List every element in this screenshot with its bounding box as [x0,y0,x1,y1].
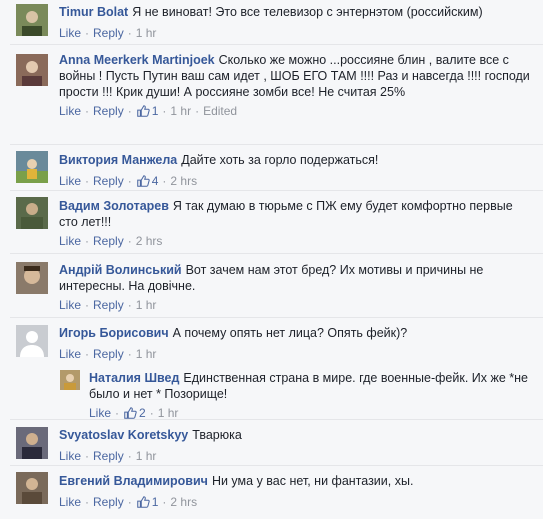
author-name[interactable]: Игорь Борисович [59,326,169,340]
like-button[interactable]: Like [59,297,81,313]
author-name[interactable]: Anna Meerkerk Martinjoek [59,53,215,67]
thumbs-up-icon [136,496,150,508]
timestamp[interactable]: 1 hr [136,346,157,362]
author-name[interactable]: Евгений Владимирович [59,474,208,488]
avatar[interactable] [16,197,48,229]
timestamp[interactable]: 2 hrs [170,173,197,189]
comment: Вадим Золотарев Я так думаю в тюрьме с ПЖ… [0,191,543,254]
like-button[interactable]: Like [59,494,81,510]
like-button[interactable]: Like [59,233,81,249]
timestamp[interactable]: 2 hrs [136,233,163,249]
timestamp[interactable]: 1 hr [136,297,157,313]
avatar[interactable] [16,325,48,357]
timestamp[interactable]: 1 hr [170,103,191,119]
like-count[interactable]: 1 [136,103,158,119]
timestamp[interactable]: 1 hr [136,25,157,41]
reply-button[interactable]: Reply [93,346,124,362]
thumbs-up-icon [136,175,150,187]
reply-button[interactable]: Reply [93,103,124,119]
comment: Андрій Волинський Вот зачем нам этот бред… [0,254,543,318]
reply-button[interactable]: Reply [93,494,124,510]
author-name[interactable]: Timur Bolat [59,5,128,19]
reply-comment: Наталия Швед Единственная страна в мире. … [60,365,530,420]
comment: Игорь Борисович А почему опять нет лица? … [0,318,543,365]
author-name[interactable]: Svyatoslav Koretskyy [59,428,188,442]
like-button[interactable]: Like [59,448,81,464]
like-count[interactable]: 4 [136,173,158,189]
author-name[interactable]: Виктория Манжела [59,153,177,167]
avatar[interactable] [16,427,48,459]
comment-text: Дайте хоть за горло подержаться! [181,153,379,167]
thumbs-up-icon [124,407,137,419]
reply-button[interactable]: Reply [93,448,124,464]
comment-text: Я не виноват! Это все телевизор с энтерн… [132,5,483,19]
avatar[interactable] [16,262,48,294]
reply-button[interactable]: Reply [93,233,124,249]
avatar[interactable] [16,472,48,504]
like-button[interactable]: Like [59,173,81,189]
comment-text: Ни ума у вас нет, ни фантазии, хы. [211,474,414,488]
author-name[interactable]: Андрій Волинський [59,263,182,277]
comment: Svyatoslav Koretskyy Тварюка Like · Reply ·… [0,420,543,466]
timestamp[interactable]: 2 hrs [170,494,197,510]
comment: Евгений Владимирович Ни ума у вас нет, ни… [0,466,543,519]
comment-thread: Timur Bolat Я не виноват! Это все телевиз… [0,0,543,519]
comment: Anna Meerkerk Martinjoek Сколько же можно… [0,45,543,145]
comment-text: А почему опять нет лица? Опять фейк)? [172,326,408,340]
reply-button[interactable]: Reply [93,173,124,189]
avatar[interactable] [16,4,48,36]
like-button[interactable]: Like [59,346,81,362]
author-name[interactable]: Вадим Золотарев [59,199,169,213]
like-count[interactable]: 1 [136,494,158,510]
avatar[interactable] [16,151,48,183]
comment-text: Тварюка [192,428,242,442]
comment: Timur Bolat Я не виноват! Это все телевиз… [0,0,543,45]
reply-button[interactable]: Reply [93,25,124,41]
like-button[interactable]: Like [59,25,81,41]
reply-button[interactable]: Reply [93,297,124,313]
author-name[interactable]: Наталия Швед [89,371,179,385]
like-button[interactable]: Like [59,103,81,119]
thumbs-up-icon [136,105,150,117]
timestamp[interactable]: 1 hr [136,448,157,464]
avatar[interactable] [60,370,80,390]
comment: Виктория Манжела Дайте хоть за горло поде… [0,145,543,191]
avatar[interactable] [16,54,48,86]
edited-label[interactable]: Edited [203,103,237,119]
